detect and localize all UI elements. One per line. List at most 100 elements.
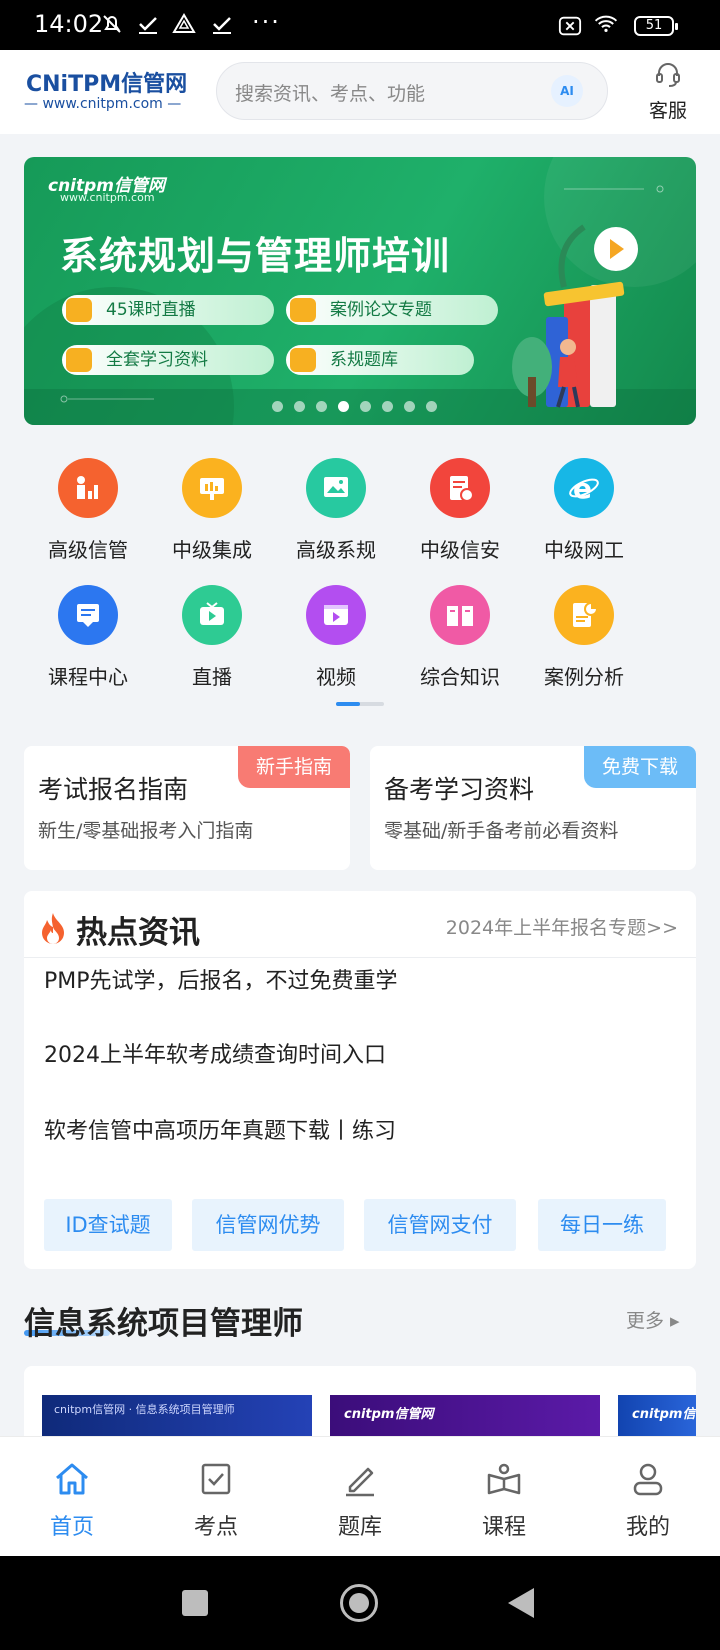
- banner-pill-1: 45课时直播: [62, 295, 274, 325]
- guide-card-materials[interactable]: 备考学习资料 零基础/新手备考前必看资料 免费下载: [370, 746, 696, 870]
- category-secure-doc[interactable]: 中级信安: [400, 458, 520, 563]
- carousel-dot[interactable]: [360, 401, 371, 412]
- category-open-book[interactable]: 综合知识: [400, 585, 520, 690]
- wifi-icon: [594, 12, 618, 36]
- app-header: CNiTPM信管网 — www.cnitpm.com — 搜索资讯、考点、功能 …: [0, 50, 720, 134]
- check-icon: [136, 12, 160, 36]
- banner-pill-2: 案例论文专题: [286, 295, 498, 325]
- divider: [24, 957, 696, 958]
- registration-topic-link[interactable]: 2024年上半年报名专题>>: [446, 913, 678, 940]
- banner-pill-4: 系规题库: [286, 345, 474, 375]
- nav-profile[interactable]: 我的: [598, 1459, 698, 1541]
- category-tv-play[interactable]: 直播: [152, 585, 272, 690]
- system-navigation-bar: [0, 1556, 720, 1650]
- category-book-screen[interactable]: 课程中心: [28, 585, 148, 690]
- section-title: 信息系统项目管理师: [24, 1306, 303, 1342]
- image-board-icon: [306, 458, 366, 518]
- nav-key-points[interactable]: 考点: [166, 1459, 266, 1541]
- customer-service-button[interactable]: 客服: [640, 60, 696, 123]
- nav-question-bank[interactable]: 题库: [310, 1459, 410, 1541]
- open-book-icon: [430, 585, 490, 645]
- banner-url: www.cnitpm.com: [60, 191, 155, 204]
- category-label: 课程中心: [48, 665, 128, 689]
- guide-card-registration[interactable]: 考试报名指南 新生/零基础报考入门指南 新手指南: [24, 746, 350, 870]
- category-label: 直播: [192, 665, 232, 689]
- guide-card-title: 考试报名指南: [38, 775, 189, 804]
- news-item[interactable]: PMP先试学，后报名，不过免费重学: [44, 963, 398, 995]
- bottom-navigation: 首页 考点 题库 课程 我的: [0, 1436, 720, 1557]
- search-placeholder: 搜索资讯、考点、功能: [235, 83, 426, 105]
- nav-courses[interactable]: 课程: [454, 1459, 554, 1541]
- advantages-button[interactable]: 信管网优势: [192, 1199, 344, 1251]
- category-image-board[interactable]: 高级系规: [276, 458, 396, 563]
- headset-icon: [656, 63, 680, 87]
- nav-label: 课程: [481, 1515, 526, 1540]
- daily-practice-button[interactable]: 每日一练: [538, 1199, 666, 1251]
- category-browser-e[interactable]: e 中级网工: [524, 458, 644, 563]
- fire-icon: [42, 913, 64, 944]
- carousel-dot[interactable]: [404, 401, 415, 412]
- battery-icon: 51: [634, 16, 678, 36]
- carousel-dot[interactable]: [316, 401, 327, 412]
- category-label: 中级网工: [544, 538, 624, 562]
- recent-apps-button[interactable]: [182, 1590, 208, 1616]
- badge-newbie: 新手指南: [238, 746, 350, 788]
- tv-play-icon: [182, 585, 242, 645]
- browser-e-icon: e: [554, 458, 614, 518]
- nav-label: 题库: [337, 1515, 382, 1540]
- home-icon: [56, 1463, 88, 1495]
- book-icon: [66, 348, 92, 372]
- nav-home[interactable]: 首页: [22, 1459, 122, 1541]
- banner-title: 系统规划与管理师培训: [60, 234, 451, 278]
- home-button[interactable]: [340, 1584, 378, 1622]
- report-chart-icon: [554, 585, 614, 645]
- nav-label: 我的: [625, 1515, 670, 1540]
- nav-label: 考点: [193, 1515, 238, 1540]
- checklist-icon: [201, 1463, 231, 1495]
- more-link[interactable]: 更多 ▸: [626, 1306, 680, 1333]
- news-item[interactable]: 2024上半年软考成绩查询时间入口: [44, 1037, 386, 1069]
- video-play-icon: [306, 585, 366, 645]
- status-time: 14:02: [34, 10, 104, 38]
- course-carousel: cnitpm信管网 · 信息系统项目管理师 cnitpm信管网 cnitpm信管…: [24, 1366, 696, 1446]
- book-screen-icon: [58, 585, 118, 645]
- carousel-dot[interactable]: [382, 401, 393, 412]
- id-search-question-button[interactable]: ID查试题: [44, 1199, 172, 1251]
- hot-news-panel: 热点资讯 2024年上半年报名专题>> PMP先试学，后报名，不过免费重学 20…: [24, 891, 696, 1269]
- more-notifications-icon: ···: [252, 8, 281, 36]
- carousel-dot[interactable]: [426, 401, 437, 412]
- carousel-dot[interactable]: [294, 401, 305, 412]
- logo-url: — www.cnitpm.com —: [24, 96, 182, 112]
- mute-icon: [100, 12, 124, 36]
- carousel-dot[interactable]: [338, 401, 349, 412]
- question-bank-icon: [290, 348, 316, 372]
- category-video-play[interactable]: 视频: [276, 585, 396, 690]
- category-chart-person[interactable]: 高级信管: [28, 458, 148, 563]
- alert-triangle-icon: [172, 12, 196, 36]
- course-reader-icon: [487, 1463, 521, 1495]
- svg-text:e: e: [573, 472, 592, 505]
- category-label: 案例分析: [544, 665, 624, 689]
- carousel-dot[interactable]: [272, 401, 283, 412]
- service-label: 客服: [648, 100, 687, 122]
- guide-card-title: 备考学习资料: [384, 775, 535, 804]
- category-presentation[interactable]: 中级集成: [152, 458, 272, 563]
- grid-scroll-indicator: [336, 702, 384, 706]
- back-button[interactable]: [506, 1586, 536, 1620]
- secure-doc-icon: [430, 458, 490, 518]
- news-item[interactable]: 软考信管中高项历年真题下载丨练习: [44, 1113, 396, 1145]
- category-report-chart[interactable]: 案例分析: [524, 585, 644, 690]
- ai-assistant-icon[interactable]: AI: [551, 75, 583, 107]
- category-label: 高级系规: [296, 538, 376, 562]
- nav-label: 首页: [49, 1515, 94, 1540]
- category-label: 中级信安: [420, 538, 500, 562]
- banner-pill-3: 全套学习资料: [62, 345, 274, 375]
- payment-button[interactable]: 信管网支付: [364, 1199, 516, 1251]
- search-input[interactable]: 搜索资讯、考点、功能 AI: [216, 62, 608, 120]
- pen-icon: [346, 1467, 374, 1497]
- promo-banner[interactable]: cnitpm信管网 www.cnitpm.com 系统规划与管理师培训 45课时…: [24, 157, 696, 425]
- logo-text: CNiTPM信管网: [26, 72, 188, 97]
- news-title: 热点资讯: [76, 915, 200, 951]
- guide-card-subtitle: 零基础/新手备考前必看资料: [384, 820, 619, 842]
- category-label: 高级信管: [48, 538, 128, 562]
